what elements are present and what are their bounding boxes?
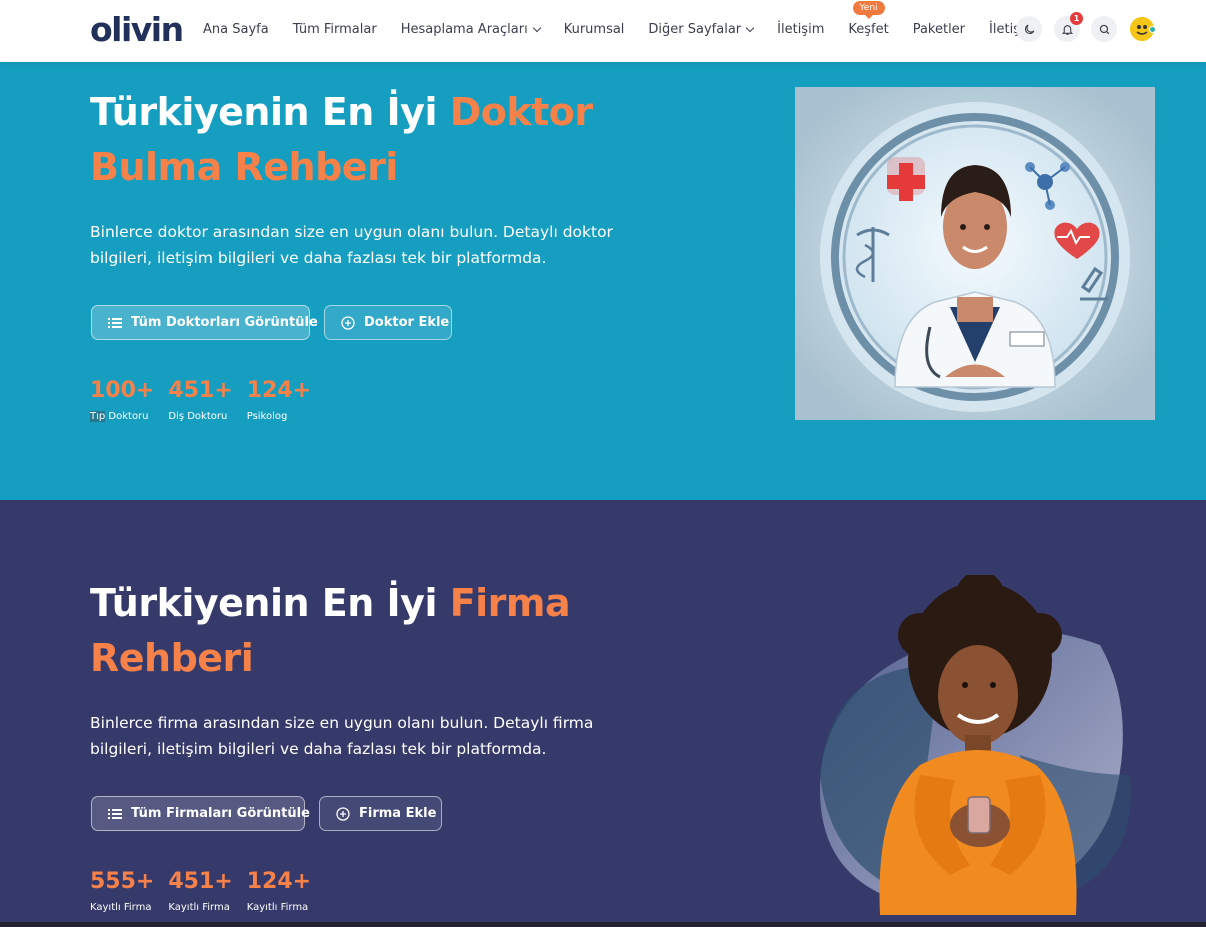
new-badge: Yeni xyxy=(852,0,885,19)
stat-value: 124+ xyxy=(246,378,312,403)
main-menu: Ana Sayfa Tüm Firmalar Hesaplama Araçlar… xyxy=(203,0,1060,58)
button-label: Tüm Doktorları Görüntüle xyxy=(131,315,318,330)
list-icon xyxy=(108,808,122,820)
stat-label-highlight: Tıp xyxy=(90,411,106,422)
bottom-strip xyxy=(0,922,1206,927)
nav-item-hesaplama-araclari[interactable]: Hesaplama Araçları xyxy=(400,21,541,37)
doctor-hero-description: Binlerce doktor arasından size en uygun … xyxy=(90,219,613,271)
description-line: bilgileri, iletişim bilgileri ve daha fa… xyxy=(90,740,547,758)
stat-item: 555+ Kayıtlı Firma xyxy=(90,868,154,913)
notification-count-badge: 1 xyxy=(1070,12,1083,25)
nav-label: Keşfet xyxy=(848,21,889,37)
doctor-illustration xyxy=(795,87,1155,420)
nav-item-ana-sayfa[interactable]: Ana Sayfa xyxy=(203,22,269,37)
olivin-logo[interactable]: olivin xyxy=(90,10,184,49)
description-line: Binlerce doktor arasından size en uygun … xyxy=(90,223,613,241)
stat-item: 124+ Psikolog xyxy=(247,377,311,422)
stat-value: 124+ xyxy=(246,869,312,894)
list-icon xyxy=(108,317,122,329)
stat-label-text: Doktoru xyxy=(105,411,149,422)
add-doctor-button[interactable]: Doktor Ekle xyxy=(324,305,452,340)
online-status-dot xyxy=(1149,26,1156,33)
nav-item-tum-firmalar[interactable]: Tüm Firmalar xyxy=(293,22,377,37)
button-label: Doktor Ekle xyxy=(364,315,450,330)
firm-hero-title: Türkiyenin En İyi Firma Rehberi xyxy=(90,576,571,686)
title-accent-part-2: Bulma Rehberi xyxy=(90,145,398,189)
logo-text: olivin xyxy=(90,10,184,49)
nav-label: Kurumsal xyxy=(563,21,625,37)
nav-item-kesfet[interactable]: Yeni Keşfet xyxy=(848,0,889,37)
title-accent-part-2: Rehberi xyxy=(90,636,254,680)
bell-icon xyxy=(1061,24,1073,35)
nav-label: Hesaplama Araçları xyxy=(400,21,528,37)
nav-item-kurumsal[interactable]: Kurumsal xyxy=(564,22,625,37)
description-line: bilgileri, iletişim bilgileri ve daha fa… xyxy=(90,249,547,267)
nav-label: Paketler xyxy=(912,21,966,37)
stat-value: 451+ xyxy=(168,869,233,894)
view-all-firms-button[interactable]: Tüm Firmaları Görüntüle xyxy=(91,796,310,831)
nav-item-iletisim[interactable]: İletişim xyxy=(777,22,824,37)
title-white-part: Türkiyenin En İyi xyxy=(90,90,450,134)
top-navbar: olivin Ana Sayfa Tüm Firmalar Hesaplama … xyxy=(0,0,1206,62)
moon-icon xyxy=(1024,24,1034,34)
notifications-button[interactable]: 1 xyxy=(1054,12,1083,42)
plus-circle-icon xyxy=(341,315,355,330)
stat-label: Kayıtlı Firma xyxy=(90,902,152,913)
nav-label: İletişim xyxy=(777,21,825,37)
theme-toggle-button[interactable] xyxy=(1016,16,1042,42)
description-line: Binlerce firma arasından size en uygun o… xyxy=(90,714,594,732)
nav-item-paketler[interactable]: Paketler xyxy=(913,22,965,37)
doctor-hero-title: Türkiyenin En İyi Doktor Bulma Rehberi xyxy=(90,85,593,195)
firm-hero-description: Binlerce firma arasından size en uygun o… xyxy=(90,710,593,762)
view-all-doctors-button[interactable]: Tüm Doktorları Görüntüle xyxy=(91,305,318,340)
firm-stats: 555+ Kayıtlı Firma 451+ Kayıtlı Firma 12… xyxy=(90,868,325,913)
chevron-down-icon xyxy=(532,23,541,32)
button-label: Tüm Firmaları Görüntüle xyxy=(131,806,310,821)
title-accent-part: Firma xyxy=(449,581,571,625)
stat-item: 100+ Tıp Doktoru xyxy=(90,377,154,422)
nav-label: Ana Sayfa xyxy=(203,21,269,37)
nav-label: Diğer Sayfalar xyxy=(648,21,742,37)
title-white-part: Türkiyenin En İyi xyxy=(90,581,450,625)
stat-item: 124+ Kayıtlı Firma xyxy=(247,868,311,913)
plus-circle-icon xyxy=(336,806,350,821)
add-firm-button[interactable]: Firma Ekle xyxy=(319,796,442,831)
nav-item-diger-sayfalar[interactable]: Diğer Sayfalar xyxy=(648,21,755,37)
search-icon xyxy=(1099,24,1109,34)
stat-label: Kayıtlı Firma xyxy=(246,902,309,913)
stat-value: 451+ xyxy=(168,378,233,403)
stat-value: 555+ xyxy=(90,869,155,894)
stat-item: 451+ Diş Doktoru xyxy=(168,377,232,422)
chevron-down-icon xyxy=(745,23,755,32)
stat-label: Diş Doktoru xyxy=(168,411,228,422)
woman-with-phone-illustration xyxy=(800,571,1145,915)
search-button[interactable] xyxy=(1091,16,1117,42)
stat-item: 451+ Kayıtlı Firma xyxy=(168,868,232,913)
stat-value: 100+ xyxy=(90,378,155,403)
doctor-stats: 100+ Tıp Doktoru 451+ Diş Doktoru 124+ P… xyxy=(90,377,325,422)
stat-label: Tıp Doktoru xyxy=(90,411,154,422)
stat-label: Psikolog xyxy=(246,411,288,422)
title-accent-part: Doktor xyxy=(449,90,593,134)
nav-label: Tüm Firmalar xyxy=(292,21,377,37)
stat-label: Kayıtlı Firma xyxy=(168,902,230,913)
button-label: Firma Ekle xyxy=(359,806,437,821)
